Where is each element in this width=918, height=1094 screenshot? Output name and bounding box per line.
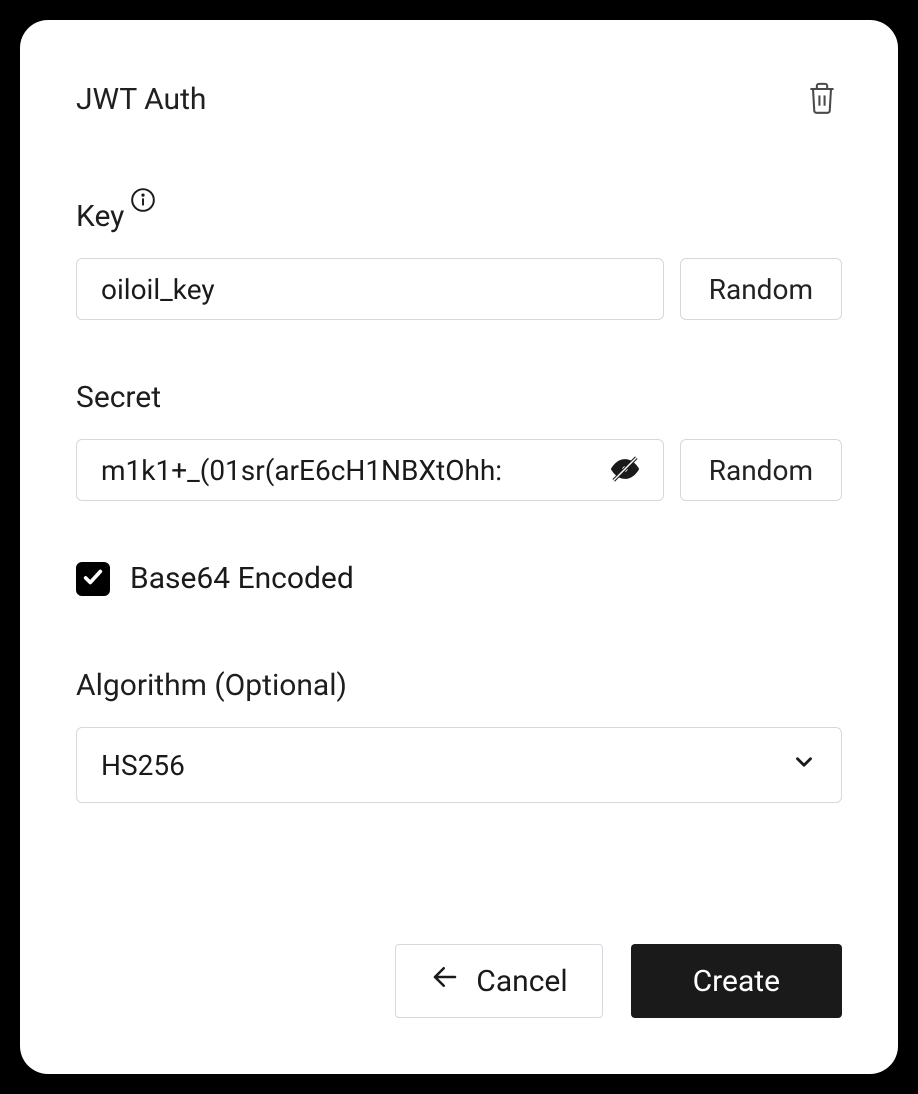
secret-input-row: Random [76, 439, 842, 501]
card-header: JWT Auth [76, 76, 842, 123]
secret-label: Secret [76, 380, 161, 415]
footer-actions: Cancel Create [76, 944, 842, 1018]
algorithm-label-row: Algorithm (Optional) [76, 668, 842, 703]
key-label: Key [76, 199, 124, 234]
secret-random-button[interactable]: Random [680, 439, 842, 501]
algorithm-select[interactable]: HS256 [76, 727, 842, 803]
algorithm-selected-value: HS256 [101, 749, 185, 782]
secret-input[interactable] [76, 439, 664, 501]
algorithm-field-group: Algorithm (Optional) HS256 [76, 668, 842, 803]
base64-checkbox-label: Base64 Encoded [130, 561, 354, 596]
key-input[interactable] [76, 258, 664, 320]
create-button[interactable]: Create [631, 944, 842, 1018]
arrow-left-icon [430, 962, 460, 1000]
delete-button[interactable] [802, 76, 842, 123]
key-input-row: Random [76, 258, 842, 320]
key-random-button[interactable]: Random [680, 258, 842, 320]
secret-label-row: Secret [76, 380, 842, 415]
page-title: JWT Auth [76, 82, 206, 117]
toggle-visibility-button[interactable] [604, 448, 646, 493]
trash-icon [806, 104, 838, 119]
info-icon[interactable] [130, 187, 156, 217]
chevron-down-icon [791, 749, 817, 782]
secret-field-group: Secret Random [76, 380, 842, 501]
algorithm-select-wrap: HS256 [76, 727, 842, 803]
base64-checkbox[interactable] [76, 562, 110, 596]
secret-input-wrap [76, 439, 664, 501]
cancel-button-label: Cancel [476, 964, 567, 999]
jwt-auth-card: JWT Auth Key [20, 20, 898, 1074]
base64-checkbox-row: Base64 Encoded [76, 561, 842, 596]
key-field-group: Key Random [76, 199, 842, 320]
check-icon [82, 566, 104, 592]
eye-off-icon [608, 452, 642, 489]
algorithm-label: Algorithm (Optional) [76, 668, 347, 703]
cancel-button[interactable]: Cancel [395, 944, 602, 1018]
key-label-row: Key [76, 199, 842, 234]
